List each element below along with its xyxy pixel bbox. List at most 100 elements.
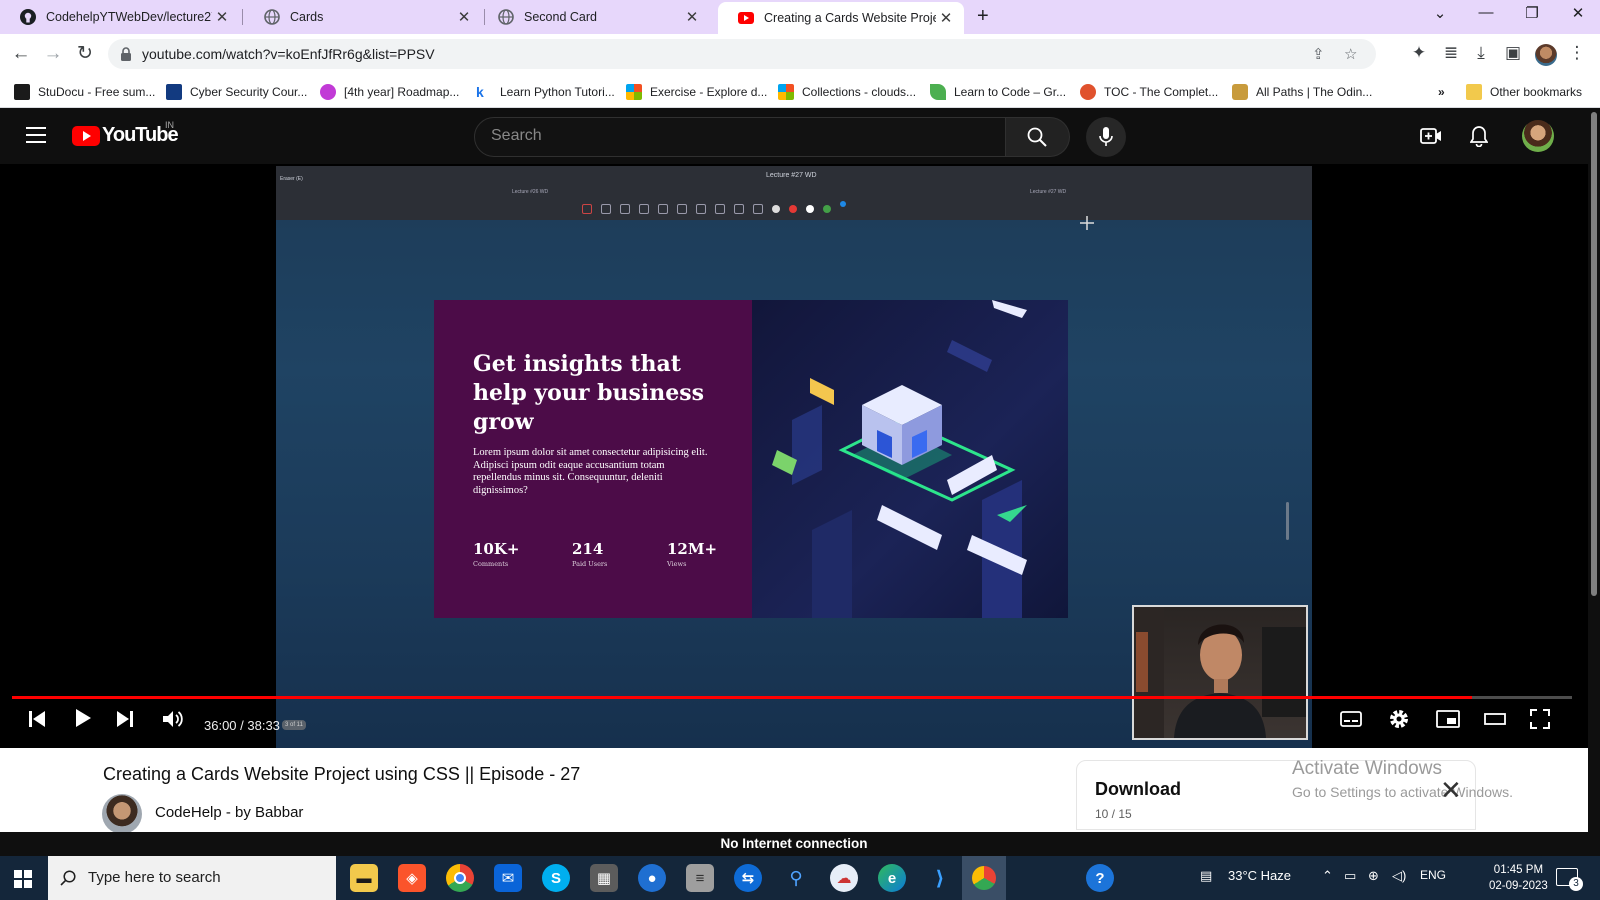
- volume-icon[interactable]: [162, 709, 184, 729]
- subtitles-icon[interactable]: [1340, 711, 1362, 727]
- volume-icon[interactable]: ◁): [1392, 868, 1406, 884]
- bookmark-studocu[interactable]: StuDocu - Free sum...: [14, 83, 155, 101]
- network-icon[interactable]: ⊕: [1368, 868, 1379, 884]
- restore-button[interactable]: ❐: [1520, 4, 1544, 22]
- channel-name[interactable]: CodeHelp - by Babbar: [155, 804, 303, 821]
- forward-button[interactable]: →: [40, 41, 66, 67]
- tab-search-icon[interactable]: ⌄: [1428, 4, 1452, 22]
- bookmark-odin[interactable]: All Paths | The Odin...: [1232, 83, 1372, 101]
- minimize-button[interactable]: —: [1474, 4, 1498, 21]
- menu-icon[interactable]: [26, 127, 46, 148]
- search-icon: [1027, 127, 1047, 147]
- notification-center-icon[interactable]: 3: [1556, 868, 1583, 891]
- tab-second-card[interactable]: Second Card ✕: [478, 0, 710, 34]
- whiteboard-app-toolbar: Eraser (E) Lecture #27 WD Lecture #26 WD…: [276, 166, 1312, 220]
- k-logo-icon: k: [476, 84, 484, 100]
- language-indicator[interactable]: ENG: [1420, 868, 1446, 882]
- chrome-icon[interactable]: [446, 864, 474, 892]
- drawing-tools: [582, 201, 846, 214]
- youtube-header: YouTube IN: [0, 108, 1588, 164]
- weather-app-icon[interactable]: ☁: [830, 864, 858, 892]
- mail-icon[interactable]: ✉: [494, 864, 522, 892]
- maps-pin-icon[interactable]: ⚲: [782, 864, 810, 892]
- teamviewer-icon[interactable]: ⇆: [734, 864, 762, 892]
- media-queue-icon[interactable]: ≣: [1440, 43, 1462, 63]
- bookmark-python[interactable]: k Learn Python Tutori...: [476, 83, 615, 101]
- clock[interactable]: 01:45 PM 02-09-2023: [1489, 862, 1548, 894]
- more-bookmarks-button[interactable]: »: [1438, 83, 1445, 101]
- channel-avatar[interactable]: [102, 794, 142, 834]
- youtube-search-button[interactable]: [1006, 117, 1070, 157]
- create-video-icon[interactable]: [1420, 126, 1442, 146]
- voice-search-button[interactable]: [1086, 117, 1126, 157]
- notifications-bell-icon[interactable]: [1470, 126, 1488, 147]
- fullscreen-icon[interactable]: [1530, 709, 1550, 729]
- isometric-illustration: [772, 300, 1027, 618]
- miniplayer-icon[interactable]: [1436, 710, 1460, 728]
- bookmark-exercise[interactable]: Exercise - Explore d...: [626, 83, 767, 101]
- database-icon[interactable]: ≡: [686, 864, 714, 892]
- previous-video-icon[interactable]: [28, 710, 46, 728]
- back-button[interactable]: ←: [8, 41, 34, 67]
- bookmark-star-icon[interactable]: ☆: [1344, 45, 1357, 63]
- new-tab-button[interactable]: +: [977, 5, 989, 28]
- browser-toolbar: ← → ↻ youtube.com/watch?v=koEnfJfRr6g&li…: [0, 34, 1600, 74]
- close-tab-icon[interactable]: ✕: [936, 9, 956, 27]
- close-window-button[interactable]: ✕: [1566, 4, 1590, 22]
- account-avatar[interactable]: [1522, 120, 1554, 152]
- bookmark-cyber-security[interactable]: Cyber Security Cour...: [166, 83, 307, 101]
- side-panel-icon[interactable]: ▣: [1502, 43, 1524, 63]
- page-scrollbar[interactable]: [1588, 108, 1600, 856]
- taskbar-search[interactable]: Type here to search: [48, 856, 336, 900]
- play-icon[interactable]: [74, 708, 92, 728]
- app-icon[interactable]: ●: [638, 864, 666, 892]
- close-tab-icon[interactable]: ✕: [212, 8, 232, 26]
- next-video-icon[interactable]: [116, 710, 134, 728]
- theater-mode-icon[interactable]: [1484, 711, 1506, 727]
- extensions-icon[interactable]: ✦: [1408, 43, 1430, 63]
- chevron-up-icon[interactable]: ⌃: [1322, 868, 1333, 884]
- presenter-webcam: [1132, 605, 1308, 740]
- chrome-active-icon[interactable]: [962, 856, 1006, 900]
- help-icon[interactable]: ?: [1086, 864, 1114, 892]
- microsoft-icon: [626, 84, 642, 100]
- share-icon[interactable]: ⇪: [1312, 45, 1325, 63]
- download-count: 10 / 15: [1095, 807, 1132, 821]
- close-tab-icon[interactable]: ✕: [682, 8, 702, 26]
- youtube-logo[interactable]: YouTube: [72, 124, 179, 147]
- tab-title: Cards: [290, 10, 324, 24]
- bookmark-learn-to-code[interactable]: Learn to Code – Gr...: [930, 83, 1066, 101]
- address-bar[interactable]: youtube.com/watch?v=koEnfJfRr6g&list=PPS…: [108, 39, 1376, 69]
- youtube-search-input[interactable]: [491, 127, 971, 145]
- stat-comments: 10K+ Comments: [473, 540, 520, 568]
- weather-text[interactable]: 33°C Haze: [1228, 868, 1291, 883]
- bookmark-roadmap[interactable]: [4th year] Roadmap...: [320, 83, 459, 101]
- tab-cards[interactable]: Cards ✕: [244, 0, 482, 34]
- download-icon[interactable]: ⤓: [1470, 43, 1492, 63]
- vscode-icon[interactable]: ⟩: [926, 864, 954, 892]
- video-progress-bar[interactable]: [12, 696, 1572, 699]
- other-bookmarks[interactable]: Other bookmarks: [1466, 83, 1582, 101]
- skype-icon[interactable]: S: [542, 864, 570, 892]
- calculator-icon[interactable]: ▦: [590, 864, 618, 892]
- bookmark-collections[interactable]: Collections - clouds...: [778, 83, 916, 101]
- weather-icon[interactable]: ▤: [1200, 868, 1212, 884]
- reload-button[interactable]: ↻: [72, 41, 98, 67]
- eraser-label: Eraser (E): [280, 176, 303, 182]
- tab-youtube-active[interactable]: Creating a Cards Website Project ✕: [718, 2, 964, 34]
- settings-gear-icon[interactable]: [1388, 708, 1410, 730]
- brave-browser-icon[interactable]: ◈: [398, 864, 426, 892]
- chapter-chip[interactable]: 3 of 11: [282, 720, 306, 730]
- file-explorer-icon[interactable]: ▬: [350, 864, 378, 892]
- tab-github[interactable]: CodehelpYTWebDev/lecture27/c ✕: [0, 0, 240, 34]
- time-display: 36:00 / 38:33: [204, 718, 280, 733]
- profile-avatar[interactable]: [1535, 44, 1557, 66]
- video-player[interactable]: Eraser (E) Lecture #27 WD Lecture #26 WD…: [0, 164, 1588, 748]
- windows-start-icon[interactable]: [14, 870, 32, 888]
- close-icon[interactable]: ✕: [1440, 775, 1462, 806]
- bookmark-toc[interactable]: TOC - The Complet...: [1080, 83, 1218, 101]
- browser-menu-icon[interactable]: ⋮: [1566, 43, 1588, 63]
- battery-icon[interactable]: ▭: [1344, 868, 1356, 884]
- edge-icon[interactable]: e: [878, 864, 906, 892]
- close-tab-icon[interactable]: ✕: [454, 8, 474, 26]
